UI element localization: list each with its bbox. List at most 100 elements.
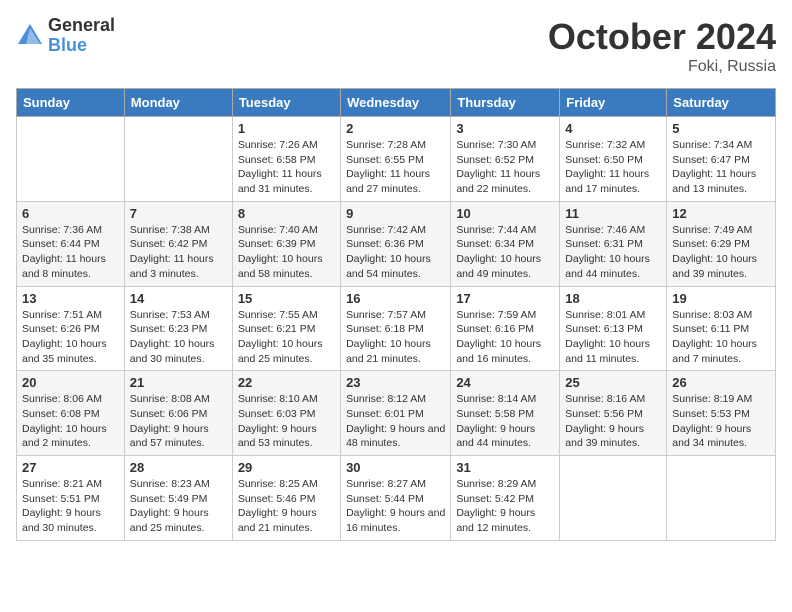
calendar-cell: 19 Sunrise: 8:03 AM Sunset: 6:11 PM Dayli…	[667, 286, 776, 371]
day-info: Sunrise: 7:57 AM Sunset: 6:18 PM Dayligh…	[346, 308, 445, 367]
calendar-cell: 18 Sunrise: 8:01 AM Sunset: 6:13 PM Dayli…	[560, 286, 667, 371]
calendar-cell: 21 Sunrise: 8:08 AM Sunset: 6:06 PM Dayli…	[124, 371, 232, 456]
calendar-cell: 12 Sunrise: 7:49 AM Sunset: 6:29 PM Dayli…	[667, 201, 776, 286]
day-number: 29	[238, 460, 335, 475]
day-number: 12	[672, 206, 770, 221]
day-info: Sunrise: 7:28 AM Sunset: 6:55 PM Dayligh…	[346, 138, 445, 197]
day-info: Sunrise: 7:44 AM Sunset: 6:34 PM Dayligh…	[456, 223, 554, 282]
calendar-cell: 27 Sunrise: 8:21 AM Sunset: 5:51 PM Dayli…	[17, 456, 125, 541]
day-number: 9	[346, 206, 445, 221]
calendar-cell: 15Sunrise: 7:55 AM Sunset: 6:21 PM Dayli…	[232, 286, 340, 371]
day-info: Sunrise: 8:03 AM Sunset: 6:11 PM Dayligh…	[672, 308, 770, 367]
location-title: Foki, Russia	[548, 58, 776, 76]
day-number: 5	[672, 121, 770, 136]
calendar-week-3: 13 Sunrise: 7:51 AM Sunset: 6:26 PM Dayli…	[17, 286, 776, 371]
day-number: 22	[238, 375, 335, 390]
day-info: Sunrise: 8:16 AM Sunset: 5:56 PM Dayligh…	[565, 392, 661, 451]
calendar-cell: 9 Sunrise: 7:42 AM Sunset: 6:36 PM Daylig…	[341, 201, 451, 286]
day-info: Sunrise: 7:34 AM Sunset: 6:47 PM Dayligh…	[672, 138, 770, 197]
calendar-table: SundayMondayTuesdayWednesdayThursdayFrid…	[16, 88, 776, 541]
day-number: 27	[22, 460, 119, 475]
day-number: 10	[456, 206, 554, 221]
day-info: Sunrise: 8:23 AM Sunset: 5:49 PM Dayligh…	[130, 477, 227, 536]
calendar-cell: 24Sunrise: 8:14 AM Sunset: 5:58 PM Dayli…	[451, 371, 560, 456]
calendar-cell: 10 Sunrise: 7:44 AM Sunset: 6:34 PM Dayli…	[451, 201, 560, 286]
page-header: General Blue October 2024 Foki, Russia	[16, 16, 776, 76]
day-info: Sunrise: 7:51 AM Sunset: 6:26 PM Dayligh…	[22, 308, 119, 367]
calendar-cell	[17, 117, 125, 202]
calendar-header-sunday: Sunday	[17, 89, 125, 117]
calendar-cell: 29 Sunrise: 8:25 AM Sunset: 5:46 PM Dayli…	[232, 456, 340, 541]
day-number: 23	[346, 375, 445, 390]
day-number: 21	[130, 375, 227, 390]
calendar-cell: 7 Sunrise: 7:38 AM Sunset: 6:42 PM Daylig…	[124, 201, 232, 286]
calendar-cell	[124, 117, 232, 202]
calendar-cell: 3 Sunrise: 7:30 AM Sunset: 6:52 PM Daylig…	[451, 117, 560, 202]
day-info: Sunrise: 7:36 AM Sunset: 6:44 PM Dayligh…	[22, 223, 119, 282]
calendar-cell	[560, 456, 667, 541]
calendar-header-thursday: Thursday	[451, 89, 560, 117]
day-info: Sunrise: 7:53 AM Sunset: 6:23 PM Dayligh…	[130, 308, 227, 367]
calendar-week-4: 20Sunrise: 8:06 AM Sunset: 6:08 PM Dayli…	[17, 371, 776, 456]
logo-icon	[16, 22, 44, 50]
calendar-cell: 31Sunrise: 8:29 AM Sunset: 5:42 PM Dayli…	[451, 456, 560, 541]
day-number: 15	[238, 291, 335, 306]
day-number: 17	[456, 291, 554, 306]
day-info: Sunrise: 7:42 AM Sunset: 6:36 PM Dayligh…	[346, 223, 445, 282]
calendar-cell: 6 Sunrise: 7:36 AM Sunset: 6:44 PM Daylig…	[17, 201, 125, 286]
day-info: Sunrise: 7:30 AM Sunset: 6:52 PM Dayligh…	[456, 138, 554, 197]
logo-blue: Blue	[48, 35, 87, 55]
day-number: 28	[130, 460, 227, 475]
day-number: 18	[565, 291, 661, 306]
calendar-cell: 14Sunrise: 7:53 AM Sunset: 6:23 PM Dayli…	[124, 286, 232, 371]
day-number: 2	[346, 121, 445, 136]
day-info: Sunrise: 7:38 AM Sunset: 6:42 PM Dayligh…	[130, 223, 227, 282]
calendar-cell: 1 Sunrise: 7:26 AM Sunset: 6:58 PM Daylig…	[232, 117, 340, 202]
calendar-header-saturday: Saturday	[667, 89, 776, 117]
day-info: Sunrise: 8:01 AM Sunset: 6:13 PM Dayligh…	[565, 308, 661, 367]
calendar-cell: 25Sunrise: 8:16 AM Sunset: 5:56 PM Dayli…	[560, 371, 667, 456]
day-info: Sunrise: 8:19 AM Sunset: 5:53 PM Dayligh…	[672, 392, 770, 451]
day-info: Sunrise: 7:59 AM Sunset: 6:16 PM Dayligh…	[456, 308, 554, 367]
day-info: Sunrise: 7:26 AM Sunset: 6:58 PM Dayligh…	[238, 138, 335, 197]
day-number: 8	[238, 206, 335, 221]
day-info: Sunrise: 7:46 AM Sunset: 6:31 PM Dayligh…	[565, 223, 661, 282]
title-block: October 2024 Foki, Russia	[548, 16, 776, 76]
month-title: October 2024	[548, 16, 776, 58]
day-number: 7	[130, 206, 227, 221]
day-number: 19	[672, 291, 770, 306]
day-info: Sunrise: 8:12 AM Sunset: 6:01 PM Dayligh…	[346, 392, 445, 451]
day-number: 1	[238, 121, 335, 136]
day-number: 4	[565, 121, 661, 136]
calendar-cell: 26Sunrise: 8:19 AM Sunset: 5:53 PM Dayli…	[667, 371, 776, 456]
day-info: Sunrise: 7:49 AM Sunset: 6:29 PM Dayligh…	[672, 223, 770, 282]
calendar-cell: 8Sunrise: 7:40 AM Sunset: 6:39 PM Daylig…	[232, 201, 340, 286]
logo-general: General	[48, 15, 115, 35]
calendar-cell: 23 Sunrise: 8:12 AM Sunset: 6:01 PM Dayli…	[341, 371, 451, 456]
day-info: Sunrise: 8:21 AM Sunset: 5:51 PM Dayligh…	[22, 477, 119, 536]
day-info: Sunrise: 8:06 AM Sunset: 6:08 PM Dayligh…	[22, 392, 119, 451]
day-info: Sunrise: 8:27 AM Sunset: 5:44 PM Dayligh…	[346, 477, 445, 536]
calendar-cell: 22 Sunrise: 8:10 AM Sunset: 6:03 PM Dayli…	[232, 371, 340, 456]
day-info: Sunrise: 8:25 AM Sunset: 5:46 PM Dayligh…	[238, 477, 335, 536]
calendar-cell: 28 Sunrise: 8:23 AM Sunset: 5:49 PM Dayli…	[124, 456, 232, 541]
calendar-cell: 11 Sunrise: 7:46 AM Sunset: 6:31 PM Dayli…	[560, 201, 667, 286]
day-number: 6	[22, 206, 119, 221]
day-info: Sunrise: 8:08 AM Sunset: 6:06 PM Dayligh…	[130, 392, 227, 451]
day-number: 11	[565, 206, 661, 221]
day-info: Sunrise: 8:10 AM Sunset: 6:03 PM Dayligh…	[238, 392, 335, 451]
day-number: 3	[456, 121, 554, 136]
calendar-cell: 30 Sunrise: 8:27 AM Sunset: 5:44 PM Dayli…	[341, 456, 451, 541]
day-number: 30	[346, 460, 445, 475]
calendar-week-2: 6 Sunrise: 7:36 AM Sunset: 6:44 PM Daylig…	[17, 201, 776, 286]
calendar-header-tuesday: Tuesday	[232, 89, 340, 117]
calendar-cell: 4 Sunrise: 7:32 AM Sunset: 6:50 PM Daylig…	[560, 117, 667, 202]
day-info: Sunrise: 7:32 AM Sunset: 6:50 PM Dayligh…	[565, 138, 661, 197]
day-number: 13	[22, 291, 119, 306]
calendar-week-5: 27 Sunrise: 8:21 AM Sunset: 5:51 PM Dayli…	[17, 456, 776, 541]
calendar-cell	[667, 456, 776, 541]
calendar-cell: 16Sunrise: 7:57 AM Sunset: 6:18 PM Dayli…	[341, 286, 451, 371]
day-number: 24	[456, 375, 554, 390]
calendar-cell: 5 Sunrise: 7:34 AM Sunset: 6:47 PM Daylig…	[667, 117, 776, 202]
calendar-cell: 13 Sunrise: 7:51 AM Sunset: 6:26 PM Dayli…	[17, 286, 125, 371]
